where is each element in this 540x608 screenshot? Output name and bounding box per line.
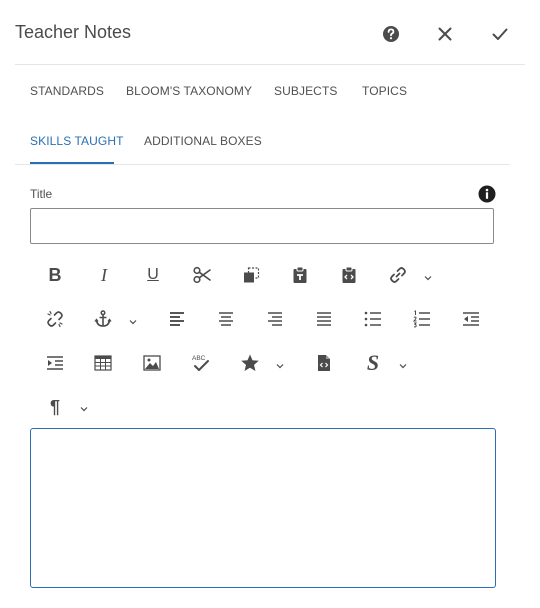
- title-label: Title: [30, 187, 53, 201]
- italic-icon: I: [101, 264, 107, 285]
- copy-icon: [244, 267, 260, 283]
- bulleted-list-button[interactable]: [362, 307, 384, 331]
- align-left-icon: [170, 312, 184, 326]
- chevron-down-icon: [80, 407, 88, 412]
- styles-button[interactable]: S: [362, 350, 384, 375]
- paste-from-word-button[interactable]: [338, 263, 360, 287]
- info-icon[interactable]: [478, 185, 496, 203]
- dialog-title: Teacher Notes: [15, 22, 132, 42]
- bold-button[interactable]: B: [44, 263, 66, 287]
- tab-additional-boxes[interactable]: ADDITIONAL BOXES: [144, 134, 262, 148]
- anchor-dropdown[interactable]: [128, 314, 138, 325]
- help-button[interactable]: [381, 24, 401, 44]
- chevron-down-icon: [276, 364, 284, 369]
- copy-button[interactable]: [240, 263, 262, 287]
- scissors-icon: [193, 266, 211, 284]
- align-justify-icon: [317, 312, 331, 326]
- special-characters-dropdown[interactable]: [275, 358, 285, 369]
- chevron-down-icon: [399, 364, 407, 369]
- numbered-list-button[interactable]: [411, 307, 433, 331]
- source-edit-button[interactable]: [313, 351, 335, 375]
- paragraph-format-dropdown[interactable]: [79, 401, 89, 412]
- link-icon: [390, 267, 406, 283]
- indent-icon: [47, 356, 63, 370]
- table-icon: [94, 355, 112, 371]
- italic-button[interactable]: I: [93, 263, 115, 287]
- done-button[interactable]: [490, 24, 510, 44]
- clipboard-code-icon: [342, 266, 356, 283]
- underline-button[interactable]: U: [142, 263, 164, 287]
- close-button[interactable]: [435, 24, 455, 44]
- align-left-button[interactable]: [166, 307, 188, 331]
- table-button[interactable]: [92, 351, 114, 375]
- styles-icon: S: [366, 350, 380, 375]
- tab-subjects[interactable]: SUBJECTS: [274, 84, 337, 98]
- tab-blooms-taxonomy[interactable]: BLOOM'S TAXONOMY: [126, 84, 252, 98]
- code-file-icon: [318, 355, 330, 371]
- star-icon: [241, 354, 259, 371]
- image-button[interactable]: [141, 351, 163, 375]
- align-right-button[interactable]: [264, 307, 286, 331]
- styles-dropdown[interactable]: [398, 358, 408, 369]
- indent-button[interactable]: [44, 351, 66, 375]
- paragraph-format-button[interactable]: ¶: [44, 395, 66, 419]
- spellcheck-abc-label: ABC: [192, 355, 206, 362]
- bold-icon: B: [48, 264, 62, 285]
- spellcheck-button[interactable]: ABC: [190, 351, 212, 375]
- align-center-icon: [219, 312, 233, 326]
- paragraph-icon: ¶: [49, 396, 60, 417]
- anchor-button[interactable]: [92, 307, 114, 331]
- align-center-button[interactable]: [215, 307, 237, 331]
- justify-button[interactable]: [313, 307, 335, 331]
- unlink-icon: [47, 310, 63, 328]
- chevron-down-icon: [129, 320, 137, 325]
- unlink-button[interactable]: [44, 307, 66, 331]
- underline-icon: U: [147, 266, 159, 283]
- title-input[interactable]: [30, 208, 494, 244]
- checkmark-icon: [492, 28, 508, 40]
- paste-button[interactable]: [289, 263, 311, 287]
- cut-button[interactable]: [191, 263, 213, 287]
- image-icon: [143, 355, 161, 371]
- help-icon: [383, 26, 399, 42]
- anchor-icon: [94, 310, 112, 327]
- special-characters-button[interactable]: [239, 351, 261, 375]
- clipboard-icon: [293, 266, 307, 283]
- chevron-down-icon: [424, 276, 432, 281]
- tab-skills-taught[interactable]: SKILLS TAUGHT: [30, 134, 124, 148]
- rich-text-editor[interactable]: [30, 428, 496, 588]
- tab-standards[interactable]: STANDARDS: [30, 84, 104, 98]
- tabs-divider: [15, 164, 510, 165]
- header-divider: [15, 64, 525, 65]
- link-dropdown[interactable]: [423, 270, 433, 281]
- outdent-icon: [463, 312, 479, 326]
- tab-topics[interactable]: TOPICS: [362, 84, 407, 98]
- numbered-list-icon: [412, 310, 430, 328]
- dialog-header: Teacher Notes: [0, 0, 540, 66]
- align-right-icon: [268, 312, 282, 326]
- bulleted-list-icon: [364, 311, 381, 327]
- close-icon: [438, 27, 452, 41]
- spellcheck-icon: ABC: [192, 355, 209, 371]
- link-button[interactable]: [387, 263, 409, 287]
- outdent-button[interactable]: [460, 307, 482, 331]
